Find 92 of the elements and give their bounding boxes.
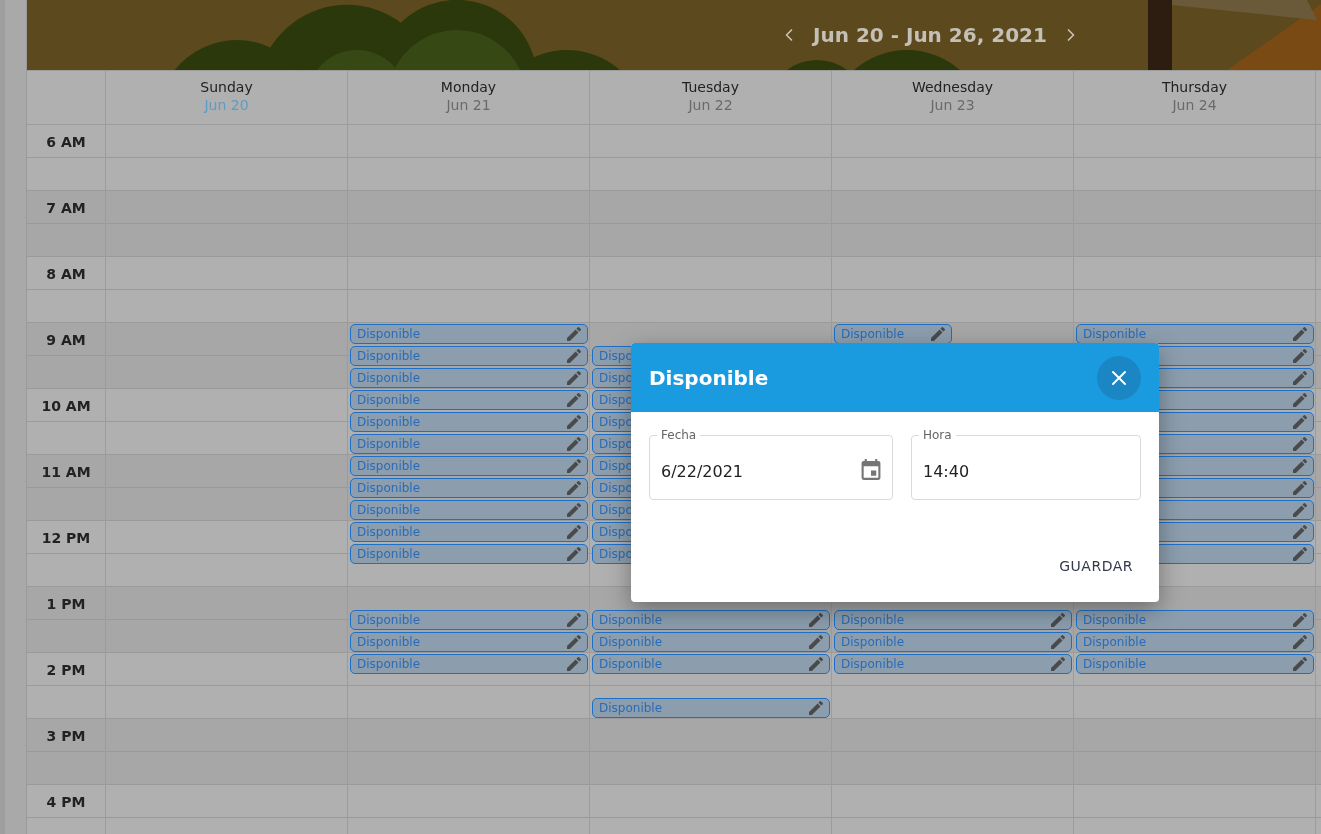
dialog-title: Disponible — [649, 365, 769, 390]
pencil-icon[interactable] — [567, 503, 581, 517]
pencil-icon[interactable] — [1051, 635, 1065, 649]
field-label: Fecha — [657, 428, 701, 442]
day-column[interactable]: Disponible Disponible Disponible Disponible Disponible Disponible Disponible Disponible Disponible Disponible Disponible Disponible Disponible Disponible — [348, 125, 590, 834]
pencil-icon[interactable] — [931, 327, 945, 341]
availability-event[interactable]: Disponible — [1076, 654, 1314, 674]
availability-event[interactable]: Disponible — [350, 544, 588, 564]
hour-label: 7 AM — [46, 200, 86, 218]
pencil-icon[interactable] — [567, 525, 581, 539]
pencil-icon[interactable] — [809, 701, 823, 715]
pencil-icon[interactable] — [567, 481, 581, 495]
pencil-icon[interactable] — [1293, 547, 1307, 561]
pencil-icon[interactable] — [1293, 327, 1307, 341]
hour-label: 12 PM — [41, 530, 91, 548]
pencil-icon[interactable] — [1293, 503, 1307, 517]
availability-event[interactable]: Disponible — [350, 368, 588, 388]
pencil-icon[interactable] — [1293, 481, 1307, 495]
pencil-icon[interactable] — [567, 459, 581, 473]
pencil-icon[interactable] — [1293, 635, 1307, 649]
pencil-icon[interactable] — [1293, 657, 1307, 671]
pencil-icon[interactable] — [1293, 459, 1307, 473]
availability-event[interactable]: Disponible — [1076, 324, 1314, 344]
pencil-icon[interactable] — [1293, 349, 1307, 363]
availability-event[interactable]: Disponible — [350, 632, 588, 652]
pencil-icon[interactable] — [567, 437, 581, 451]
availability-event[interactable]: Disponible — [350, 390, 588, 410]
day-name: Thursday — [1161, 79, 1228, 95]
availability-event[interactable]: Disponible — [350, 500, 588, 520]
pencil-icon[interactable] — [1293, 437, 1307, 451]
hour-label: 9 AM — [46, 332, 86, 350]
pencil-icon[interactable] — [809, 613, 823, 627]
pencil-icon[interactable] — [1051, 613, 1065, 627]
availability-event[interactable]: Disponible — [592, 698, 830, 718]
pencil-icon[interactable] — [567, 613, 581, 627]
pencil-icon[interactable] — [1293, 525, 1307, 539]
pencil-icon[interactable] — [1293, 371, 1307, 385]
day-name: Sunday — [200, 79, 253, 95]
pencil-icon[interactable] — [1293, 613, 1307, 627]
hour-label: 8 AM — [46, 266, 86, 284]
hour-label: 11 AM — [41, 464, 91, 482]
date-input[interactable]: 6/22/2021 — [661, 454, 861, 481]
hour-label: 3 PM — [46, 728, 86, 746]
pencil-icon[interactable] — [1293, 415, 1307, 429]
availability-event[interactable]: Disponible — [834, 654, 1072, 674]
availability-event[interactable]: Disponible — [1076, 610, 1314, 630]
pencil-icon[interactable] — [567, 547, 581, 561]
calendar-icon[interactable] — [861, 458, 881, 481]
day-date: Jun 24 — [1172, 97, 1217, 113]
date-range-title: Jun 20 - Jun 26, 2021 — [813, 23, 1047, 47]
hour-label: 4 PM — [46, 794, 86, 812]
availability-event[interactable]: Disponible — [350, 610, 588, 630]
availability-event[interactable]: Disponible — [350, 324, 588, 344]
hour-label: 10 AM — [41, 398, 91, 416]
pencil-icon[interactable] — [1293, 393, 1307, 407]
day-date: Jun 21 — [446, 97, 491, 113]
field-label: Hora — [919, 428, 956, 442]
availability-event[interactable]: Disponible — [592, 610, 830, 630]
day-name: Tuesday — [682, 79, 739, 95]
availability-event[interactable]: Disponible — [834, 610, 1072, 630]
pencil-icon[interactable] — [567, 393, 581, 407]
availability-event[interactable]: Disponible — [1076, 632, 1314, 652]
availability-event[interactable]: Disponible — [350, 478, 588, 498]
availability-event[interactable]: Disponible — [350, 654, 588, 674]
day-date: Jun 22 — [688, 97, 733, 113]
pencil-icon[interactable] — [567, 327, 581, 341]
availability-event[interactable]: Disponible — [834, 632, 1072, 652]
date-field[interactable]: Fecha 6/22/2021 — [649, 428, 893, 500]
availability-event[interactable]: Disponible — [350, 346, 588, 366]
availability-event[interactable]: Disponible — [592, 632, 830, 652]
pencil-icon[interactable] — [567, 657, 581, 671]
availability-event[interactable]: Disponible — [350, 412, 588, 432]
hour-label: 1 PM — [46, 596, 86, 614]
day-date: Jun 23 — [930, 97, 975, 113]
day-date: Jun 20 — [204, 97, 249, 113]
pencil-icon[interactable] — [567, 371, 581, 385]
pencil-icon[interactable] — [1051, 657, 1065, 671]
availability-event[interactable]: Disponible — [592, 654, 830, 674]
close-button[interactable] — [1097, 355, 1141, 400]
availability-event[interactable]: Disponible — [350, 522, 588, 542]
hour-label: 6 AM — [46, 134, 86, 152]
pencil-icon[interactable] — [809, 657, 823, 671]
pencil-icon[interactable] — [567, 349, 581, 363]
availability-event[interactable]: Disponible — [834, 324, 952, 344]
pencil-icon[interactable] — [809, 635, 823, 649]
pencil-icon[interactable] — [567, 635, 581, 649]
availability-event[interactable]: Disponible — [350, 456, 588, 476]
pencil-icon[interactable] — [567, 415, 581, 429]
day-name: Monday — [440, 79, 497, 95]
day-name: Wednesday — [911, 79, 994, 95]
availability-event[interactable]: Disponible — [350, 434, 588, 454]
hour-label: 2 PM — [46, 662, 86, 680]
